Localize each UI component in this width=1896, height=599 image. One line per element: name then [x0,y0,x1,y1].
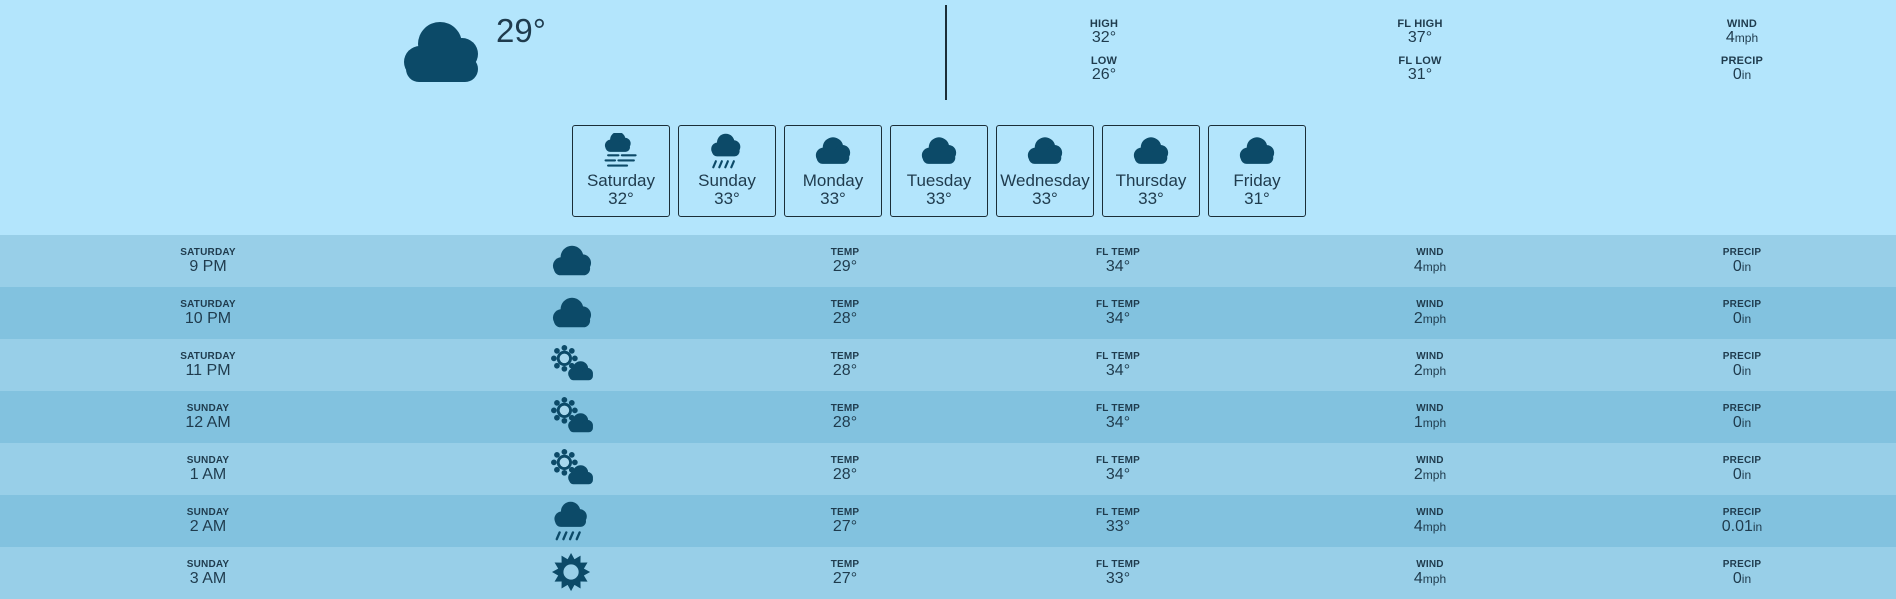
hour-precip: PRECIP 0in [1722,403,1762,431]
hour-time: SATURDAY 11 PM [180,351,236,379]
day-card-friday[interactable]: Friday 31° [1208,125,1306,217]
cloud-icon [815,137,851,164]
hour-icon [550,345,594,385]
daily-forecast: Saturday 32° Sunday 33° Monday 33° Tuesd… [572,125,1306,217]
cloud-icon [1133,137,1169,164]
day-temp: 33° [926,189,952,208]
hour-icon [550,501,594,541]
hour-wind: WIND 2mph [1413,299,1447,327]
hour-time: SATURDAY 9 PM [180,247,236,275]
hour-temp: TEMP 27° [830,559,860,587]
partly-cloudy-icon [551,397,593,433]
hour-fl-temp: FL TEMP 33° [1096,507,1140,535]
day-name: Friday [1233,171,1281,190]
stat-fl-low: FL LOW 31° [1398,55,1442,83]
stat-high: HIGH 32° [1089,18,1119,46]
fog-cloud-icon [604,133,637,167]
rain-cloud-icon [554,501,587,541]
hour-row: SATURDAY 11 PM TEMP 28° FL TEMP 34° WIND… [0,339,1896,391]
cloud-icon [1239,137,1275,164]
hour-wind: WIND 4mph [1413,247,1447,275]
day-name: Wednesday [1000,171,1090,190]
hour-icon [550,241,594,281]
divider [945,5,947,100]
day-temp: 33° [820,189,846,208]
hour-time: SUNDAY 3 AM [186,559,230,587]
hour-row: SUNDAY 3 AM TEMP 27° FL TEMP 33° WIND 4m… [0,547,1896,599]
current-temp: 29° [496,12,546,49]
hour-precip: PRECIP 0in [1722,351,1762,379]
hour-fl-temp: FL TEMP 33° [1096,559,1140,587]
day-card-tuesday[interactable]: Tuesday 33° [890,125,988,217]
hour-icon [550,553,594,593]
cloud-icon [552,245,592,276]
hour-wind: WIND 2mph [1413,455,1447,483]
day-temp: 33° [1032,189,1058,208]
cloud-icon [921,137,957,164]
day-card-sunday[interactable]: Sunday 33° [678,125,776,217]
hour-precip: PRECIP 0in [1722,299,1762,327]
stat-fl-high: FL HIGH 37° [1397,18,1443,46]
rain-cloud-icon [711,133,741,169]
cloud-icon [1027,137,1063,164]
hour-fl-temp: FL TEMP 34° [1096,247,1140,275]
hour-fl-temp: FL TEMP 34° [1096,299,1140,327]
hour-wind: WIND 1mph [1413,403,1447,431]
hour-time: SATURDAY 10 PM [180,299,236,327]
hour-row: SUNDAY 12 AM TEMP 28° FL TEMP 34° WIND 1… [0,391,1896,443]
hour-precip: PRECIP 0.01in [1721,507,1763,535]
day-card-thursday[interactable]: Thursday 33° [1102,125,1200,217]
day-card-wednesday[interactable]: Wednesday 33° [996,125,1094,217]
hour-time: SUNDAY 2 AM [186,507,230,535]
hour-temp: TEMP 29° [830,247,860,275]
day-temp: 31° [1244,189,1270,208]
day-name: Monday [802,171,864,190]
hour-temp: TEMP 28° [830,351,860,379]
stat-precip: PRECIP 0in [1720,55,1764,83]
hour-wind: WIND 4mph [1413,559,1447,587]
sun-icon [552,553,591,592]
hour-temp: TEMP 27° [830,507,860,535]
stat-wind: WIND 4mph [1725,18,1759,46]
day-temp: 33° [714,189,740,208]
hour-temp: TEMP 28° [830,403,860,431]
hour-time: SUNDAY 1 AM [186,455,230,483]
hour-fl-temp: FL TEMP 34° [1096,351,1140,379]
stat-low: LOW 26° [1090,55,1118,83]
hourly-forecast: SATURDAY 9 PM TEMP 29° FL TEMP 34° WIND … [0,235,1896,599]
day-temp: 32° [608,189,634,208]
hour-row: SATURDAY 10 PM TEMP 28° FL TEMP 34° WIND… [0,287,1896,339]
hour-row: SATURDAY 9 PM TEMP 29° FL TEMP 34° WIND … [0,235,1896,287]
cloud-icon [552,297,592,328]
hour-precip: PRECIP 0in [1722,455,1762,483]
partly-cloudy-icon [551,449,593,485]
hour-temp: TEMP 28° [830,455,860,483]
hour-fl-temp: FL TEMP 34° [1096,455,1140,483]
hour-icon [550,293,594,333]
day-card-monday[interactable]: Monday 33° [784,125,882,217]
hour-row: SUNDAY 1 AM TEMP 28° FL TEMP 34° WIND 2m… [0,443,1896,495]
day-name: Thursday [1115,171,1187,190]
day-name: Saturday [586,171,656,190]
hour-icon [550,397,594,437]
hour-precip: PRECIP 0in [1722,559,1762,587]
hour-time: SUNDAY 12 AM [185,403,231,431]
hour-fl-temp: FL TEMP 34° [1096,403,1140,431]
hour-wind: WIND 2mph [1413,351,1447,379]
partly-cloudy-icon [551,345,593,381]
hour-precip: PRECIP 0in [1722,247,1762,275]
day-temp: 33° [1138,189,1164,208]
hour-wind: WIND 4mph [1413,507,1447,535]
hour-icon [550,449,594,489]
current-conditions: 29° HIGH 32° LOW 26° FL HIGH 37° FL LOW … [0,0,1896,235]
cloud-icon [404,22,478,82]
day-name: Tuesday [906,171,972,190]
hour-row: SUNDAY 2 AM TEMP 27° FL TEMP 33° WIND 4m… [0,495,1896,547]
hour-temp: TEMP 28° [830,299,860,327]
day-card-saturday[interactable]: Saturday 32° [572,125,670,217]
day-name: Sunday [698,171,756,190]
